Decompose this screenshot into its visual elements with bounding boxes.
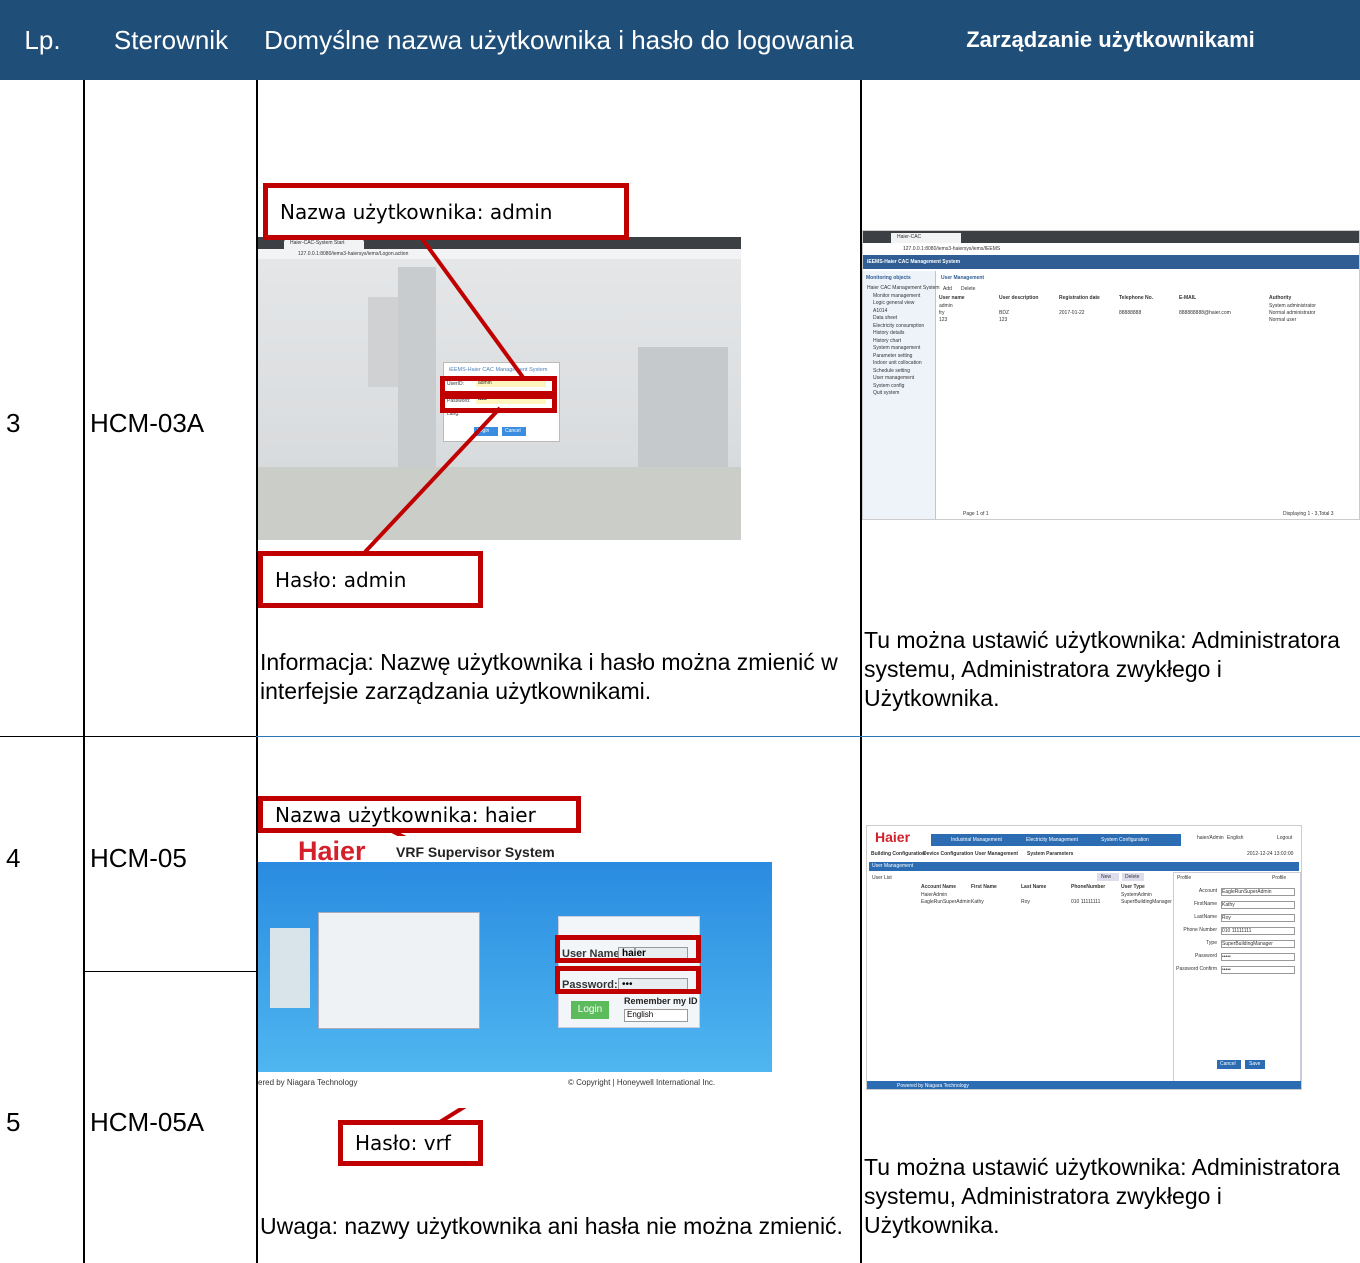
field-label: Password Confirm [1176, 966, 1217, 972]
table-cell: Kathy [971, 899, 984, 905]
table-cell: Normal administrator [1269, 310, 1316, 316]
table-header-cell: PhoneNumber [1071, 884, 1106, 890]
field-label: LastName [1194, 914, 1217, 920]
user-management-screenshot-hcm03a: Haier-CAC 127.0.0.1:8080/iems3-haiersys/… [862, 230, 1360, 520]
tree-item[interactable]: Indoor unit collocation [873, 360, 922, 366]
table-cell: 123 [939, 317, 948, 323]
save-button[interactable]: Save [1245, 1060, 1265, 1069]
management-note: Tu można ustawić użytkownika: Administra… [864, 627, 1340, 711]
table-cell: System administrator [1269, 303, 1316, 309]
username-highlight [555, 935, 701, 963]
subnav-item[interactable]: Device Configuration [923, 851, 973, 857]
tree-item[interactable]: Monitor management [873, 293, 920, 299]
connector-line [363, 406, 502, 554]
cancel-button[interactable]: Cancel [1217, 1060, 1241, 1069]
table-cell: EagleRunSuperAdmin [921, 899, 971, 905]
username-callout: Nazwa użytkownika: haier [258, 796, 581, 833]
field-label: Type [1206, 940, 1217, 946]
field-input[interactable]: Roy [1221, 914, 1295, 922]
password-callout: Hasło: vrf [338, 1120, 483, 1166]
field-input[interactable]: SuperBuildingManager [1221, 940, 1295, 948]
field-input[interactable]: ••••• [1221, 966, 1295, 974]
table-cell: 010 11111111 [1071, 899, 1101, 905]
connector-line [410, 223, 527, 382]
row-number: 4 [6, 843, 21, 873]
tree-item[interactable]: History details [873, 330, 904, 336]
tree-item[interactable]: Logic general view [873, 300, 914, 306]
info-note: Informacja: Nazwę użytkownika i hasło mo… [260, 649, 838, 704]
table-header-cell: User description [999, 295, 1039, 301]
table-cell: SystemAdmin [1121, 892, 1152, 898]
username-callout: Nazwa użytkownika: admin [263, 183, 629, 240]
tree-item[interactable]: System management [873, 345, 920, 351]
field-label: FirstName [1193, 901, 1217, 907]
management-note: Tu można ustawić użytkownika: Administra… [864, 1154, 1340, 1238]
tree-item[interactable]: System config [873, 383, 904, 389]
login-button[interactable]: Login [571, 1001, 609, 1019]
table-cell: Roy [1021, 899, 1030, 905]
table-cell: 2017-01-22 [1059, 310, 1085, 316]
language-select[interactable]: English [624, 1009, 688, 1022]
nav-tab[interactable]: System Configuration [1101, 837, 1149, 843]
subnav-item[interactable]: User Management [975, 851, 1018, 857]
table-cell: Normal user [1269, 317, 1297, 323]
new-button[interactable]: New [1097, 873, 1119, 881]
table-cell: SuperBuildingManager [1121, 899, 1172, 905]
subnav-item[interactable]: Building Configuration [871, 851, 925, 857]
tree-item[interactable]: Parameter setting [873, 353, 912, 359]
tree-item[interactable]: User management [873, 375, 914, 381]
table-cell: 88888888 [1119, 310, 1142, 316]
tree-item[interactable]: A1014 [873, 308, 887, 314]
delete-button[interactable]: Delete [1122, 873, 1144, 881]
password-highlight [555, 966, 701, 994]
row-number: 5 [6, 1107, 21, 1137]
user-management-screenshot-hcm05: Haier Industrial Management Electricity M… [866, 825, 1302, 1090]
tree-item[interactable]: Haier CAC Management System [867, 285, 940, 291]
nav-tab[interactable]: Industrial Management [951, 837, 1002, 843]
nav-tab[interactable]: Electricity Management [1026, 837, 1078, 843]
haier-logo: Haier [875, 829, 911, 845]
table-header-cell: Authority [1269, 295, 1292, 301]
table-header-cell: Registration date [1059, 295, 1100, 301]
table-cell: 123 [999, 317, 1008, 323]
tree-item[interactable]: History chart [873, 338, 901, 344]
field-input[interactable]: Kathy [1221, 901, 1295, 909]
field-input[interactable]: ••••• [1221, 953, 1295, 961]
table-header-cell: First Name [971, 884, 997, 890]
table-header-cell: User name [939, 295, 965, 301]
table-cell: fry [939, 310, 945, 316]
field-input[interactable]: EagleRunSuperAdmin [1221, 888, 1295, 896]
dashboard-preview [318, 912, 480, 1029]
table-cell: 888888888@haier.com [1179, 310, 1231, 316]
tree-item[interactable]: Electricity consumption [873, 323, 924, 329]
tree-item[interactable]: Schedule setting [873, 368, 910, 374]
field-input[interactable]: 010 11111111 [1221, 927, 1295, 935]
controller-name: HCM-05 [90, 843, 187, 873]
controller-name: HCM-05A [90, 1107, 205, 1137]
table-header-cell: Account Name [921, 884, 957, 890]
product-title: VRF Supervisor System [396, 844, 555, 860]
table-cell: BDZ [999, 310, 1009, 316]
subnav-item[interactable]: System Parameters [1027, 851, 1073, 857]
table-cell: HaierAdmin [921, 892, 948, 898]
table-header-cell: User Type [1121, 884, 1145, 890]
table-cell: admin [939, 303, 953, 309]
remember-checkbox[interactable]: Remember my ID [624, 996, 698, 1006]
table-header-cell: Telephone No. [1119, 295, 1154, 301]
tree-item[interactable]: Data sheet [873, 315, 897, 321]
field-label: Password [1195, 953, 1217, 959]
table-header-cell: E-MAIL [1179, 295, 1197, 301]
password-callout: Hasło: admin [258, 551, 483, 608]
field-label: Account [1198, 888, 1217, 894]
tree-item[interactable]: Quit system [873, 390, 899, 396]
table-header-cell: Last Name [1021, 884, 1047, 890]
info-note: Uwaga: nazwy użytkownika ani hasła nie m… [260, 1213, 843, 1239]
field-label: Phone Number [1183, 927, 1217, 933]
